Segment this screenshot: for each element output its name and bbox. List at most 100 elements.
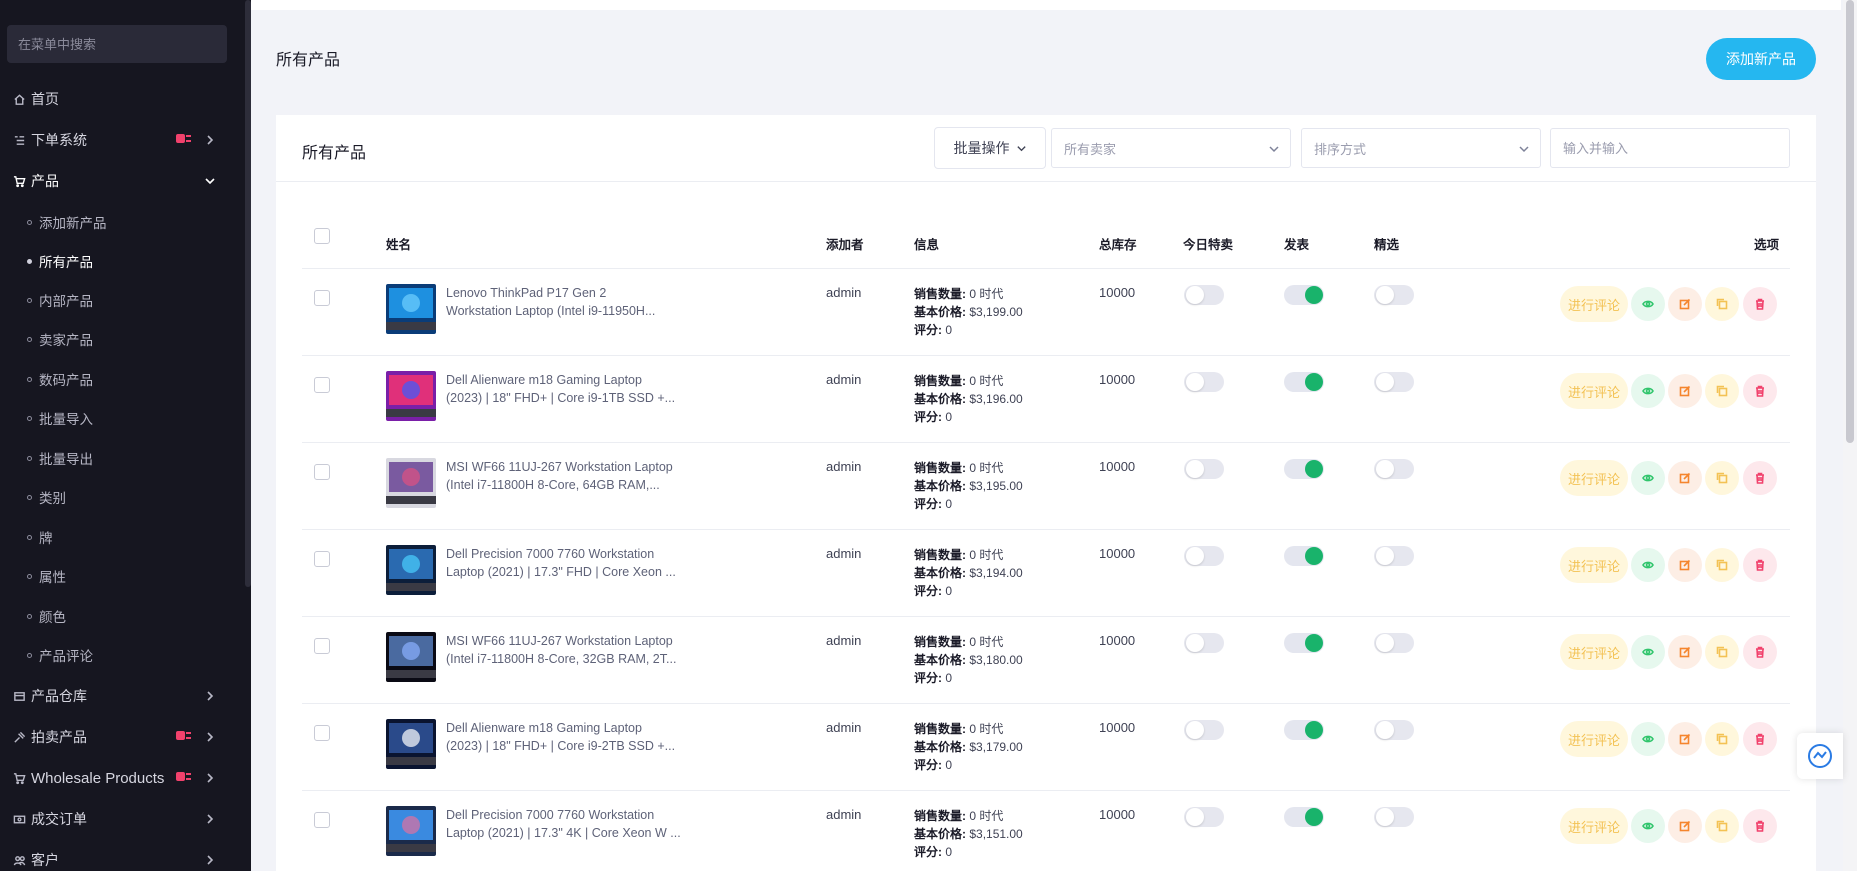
product-thumbnail[interactable]	[386, 458, 436, 508]
product-thumbnail[interactable]	[386, 719, 436, 769]
sidebar-item-customers[interactable]: 客户	[0, 843, 240, 871]
sidebar-subitem-colors[interactable]: 颜色	[0, 601, 240, 631]
column-header-todays-deal[interactable]: 今日特卖	[1183, 234, 1233, 253]
review-button[interactable]: 进行评论	[1560, 808, 1628, 844]
product-thumbnail[interactable]	[386, 632, 436, 682]
column-header-featured[interactable]: 精选	[1374, 234, 1399, 253]
product-name-link[interactable]: Dell Precision 7000 7760 Workstation Lap…	[446, 806, 686, 842]
sidebar-item-ordering[interactable]: 下单系统	[0, 123, 240, 157]
sidebar-subitem-bulk-import[interactable]: 批量导入	[0, 403, 240, 433]
featured-toggle[interactable]	[1374, 633, 1414, 653]
sidebar-subitem-bulk-export[interactable]: 批量导出	[0, 443, 240, 473]
edit-button[interactable]	[1668, 287, 1702, 321]
column-header-info[interactable]: 信息	[914, 234, 939, 253]
sidebar-item-products[interactable]: 产品	[0, 164, 240, 198]
column-header-name[interactable]: 姓名	[386, 234, 411, 253]
product-search-input[interactable]	[1550, 128, 1790, 168]
delete-button[interactable]	[1743, 548, 1777, 582]
add-new-product-button[interactable]: 添加新产品	[1706, 38, 1816, 80]
sidebar-subitem-categories[interactable]: 类别	[0, 482, 240, 512]
published-toggle[interactable]	[1284, 720, 1324, 740]
edit-button[interactable]	[1668, 635, 1702, 669]
sidebar-item-wholesale[interactable]: Wholesale Products	[0, 761, 240, 795]
select-all-checkbox[interactable]	[314, 228, 330, 244]
sidebar-subitem-add-product[interactable]: 添加新产品	[0, 207, 240, 237]
sidebar-subitem-product-reviews[interactable]: 产品评论	[0, 640, 240, 670]
scrollbar-thumb[interactable]	[1846, 0, 1854, 443]
review-button[interactable]: 进行评论	[1560, 373, 1628, 409]
sidebar-subitem-inhouse-products[interactable]: 内部产品	[0, 285, 240, 315]
featured-toggle[interactable]	[1374, 459, 1414, 479]
sidebar-subitem-brands[interactable]: 牌	[0, 522, 240, 552]
product-name-link[interactable]: Dell Alienware m18 Gaming Laptop (2023) …	[446, 371, 686, 407]
view-button[interactable]	[1631, 461, 1665, 495]
delete-button[interactable]	[1743, 461, 1777, 495]
todays-deal-toggle[interactable]	[1184, 633, 1224, 653]
edit-button[interactable]	[1668, 722, 1702, 756]
product-name-link[interactable]: Dell Precision 7000 7760 Workstation Lap…	[446, 545, 686, 581]
duplicate-button[interactable]	[1705, 287, 1739, 321]
bulk-action-button[interactable]: 批量操作	[934, 127, 1046, 169]
view-button[interactable]	[1631, 722, 1665, 756]
delete-button[interactable]	[1743, 809, 1777, 843]
todays-deal-toggle[interactable]	[1184, 807, 1224, 827]
sidebar-item-home[interactable]: 首页	[0, 82, 240, 116]
product-name-link[interactable]: Lenovo ThinkPad P17 Gen 2 Workstation La…	[446, 284, 686, 320]
review-button[interactable]: 进行评论	[1560, 547, 1628, 583]
row-checkbox[interactable]	[314, 551, 330, 567]
product-thumbnail[interactable]	[386, 545, 436, 595]
delete-button[interactable]	[1743, 635, 1777, 669]
column-header-stock[interactable]: 总库存	[1099, 234, 1137, 253]
sidebar-subitem-all-products[interactable]: 所有产品	[0, 246, 240, 276]
featured-toggle[interactable]	[1374, 285, 1414, 305]
view-button[interactable]	[1631, 635, 1665, 669]
row-checkbox[interactable]	[314, 725, 330, 741]
duplicate-button[interactable]	[1705, 374, 1739, 408]
published-toggle[interactable]	[1284, 372, 1324, 392]
sort-by-select[interactable]: 排序方式	[1301, 128, 1541, 168]
review-button[interactable]: 进行评论	[1560, 286, 1628, 322]
product-name-link[interactable]: MSI WF66 11UJ-267 Workstation Laptop (In…	[446, 458, 686, 494]
seller-filter-select[interactable]: 所有卖家	[1051, 128, 1291, 168]
page-scrollbar[interactable]	[1843, 0, 1857, 871]
delete-button[interactable]	[1743, 722, 1777, 756]
row-checkbox[interactable]	[314, 290, 330, 306]
review-button[interactable]: 进行评论	[1560, 460, 1628, 496]
column-header-published[interactable]: 发表	[1284, 234, 1309, 253]
sidebar-scrollbar[interactable]	[245, 0, 251, 587]
delete-button[interactable]	[1743, 287, 1777, 321]
sidebar-subitem-attributes[interactable]: 属性	[0, 561, 240, 591]
todays-deal-toggle[interactable]	[1184, 285, 1224, 305]
todays-deal-toggle[interactable]	[1184, 459, 1224, 479]
menu-search-input[interactable]	[7, 25, 227, 63]
published-toggle[interactable]	[1284, 807, 1324, 827]
row-checkbox[interactable]	[314, 377, 330, 393]
review-button[interactable]: 进行评论	[1560, 634, 1628, 670]
duplicate-button[interactable]	[1705, 809, 1739, 843]
duplicate-button[interactable]	[1705, 635, 1739, 669]
sidebar-item-auction[interactable]: 拍卖产品	[0, 720, 240, 754]
product-name-link[interactable]: Dell Alienware m18 Gaming Laptop (2023) …	[446, 719, 686, 755]
row-checkbox[interactable]	[314, 638, 330, 654]
view-button[interactable]	[1631, 287, 1665, 321]
sidebar-subitem-seller-products[interactable]: 卖家产品	[0, 324, 240, 354]
edit-button[interactable]	[1668, 809, 1702, 843]
sidebar-subitem-digital-products[interactable]: 数码产品	[0, 364, 240, 394]
todays-deal-toggle[interactable]	[1184, 720, 1224, 740]
product-thumbnail[interactable]	[386, 371, 436, 421]
featured-toggle[interactable]	[1374, 546, 1414, 566]
product-thumbnail[interactable]	[386, 806, 436, 856]
delete-button[interactable]	[1743, 374, 1777, 408]
view-button[interactable]	[1631, 548, 1665, 582]
row-checkbox[interactable]	[314, 812, 330, 828]
duplicate-button[interactable]	[1705, 548, 1739, 582]
duplicate-button[interactable]	[1705, 722, 1739, 756]
edit-button[interactable]	[1668, 548, 1702, 582]
featured-toggle[interactable]	[1374, 807, 1414, 827]
product-thumbnail[interactable]	[386, 284, 436, 334]
published-toggle[interactable]	[1284, 633, 1324, 653]
published-toggle[interactable]	[1284, 546, 1324, 566]
todays-deal-toggle[interactable]	[1184, 546, 1224, 566]
todays-deal-toggle[interactable]	[1184, 372, 1224, 392]
featured-toggle[interactable]	[1374, 372, 1414, 392]
